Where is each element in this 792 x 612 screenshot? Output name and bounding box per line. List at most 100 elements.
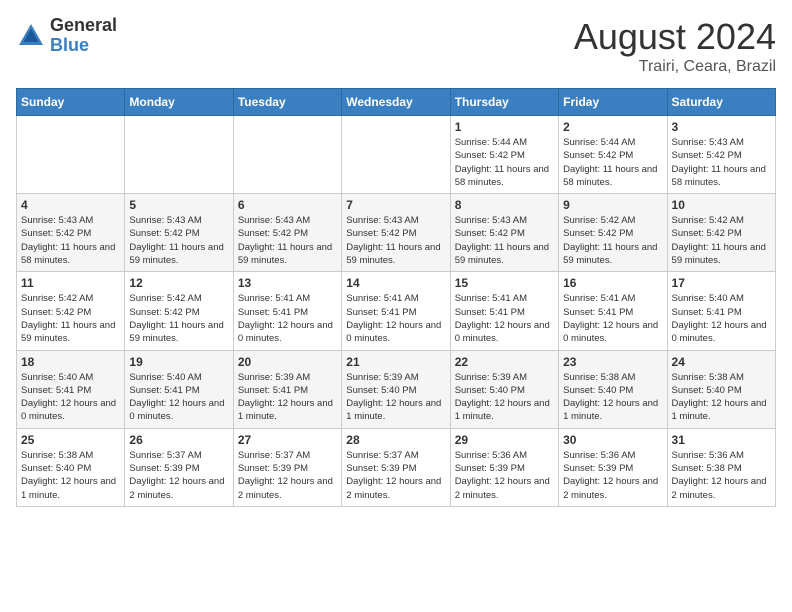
calendar-cell: 23 Sunrise: 5:38 AM Sunset: 5:40 PM Dayli… <box>559 350 667 428</box>
calendar-cell: 27 Sunrise: 5:37 AM Sunset: 5:39 PM Dayli… <box>233 428 341 506</box>
calendar-week-row: 18 Sunrise: 5:40 AM Sunset: 5:41 PM Dayli… <box>17 350 776 428</box>
calendar-cell: 17Sunrise: 5:40 AM Sunset: 5:41 PM Dayli… <box>667 272 775 350</box>
day-number: 6 <box>238 198 337 212</box>
calendar-cell: 29 Sunrise: 5:36 AM Sunset: 5:39 PM Dayli… <box>450 428 558 506</box>
calendar-cell: 28Sunrise: 5:37 AM Sunset: 5:39 PM Dayli… <box>342 428 450 506</box>
day-info: Sunrise: 5:41 AM Sunset: 5:41 PM Dayligh… <box>346 292 445 345</box>
day-info: Sunrise: 5:43 AM Sunset: 5:42 PM Dayligh… <box>129 214 228 267</box>
day-info: Sunrise: 5:43 AM Sunset: 5:42 PM Dayligh… <box>672 136 771 189</box>
day-number: 21 <box>346 355 445 369</box>
page-header: General Blue August 2024 Trairi, Ceara, … <box>16 16 776 76</box>
calendar-cell: 12 Sunrise: 5:42 AM Sunset: 5:42 PM Dayli… <box>125 272 233 350</box>
day-info: Sunrise: 5:42 AM Sunset: 5:42 PM Dayligh… <box>563 214 662 267</box>
calendar-cell: 30 Sunrise: 5:36 AM Sunset: 5:39 PM Dayli… <box>559 428 667 506</box>
calendar-cell: 10Sunrise: 5:42 AM Sunset: 5:42 PM Dayli… <box>667 194 775 272</box>
calendar-cell: 6 Sunrise: 5:43 AM Sunset: 5:42 PM Daylig… <box>233 194 341 272</box>
day-info: Sunrise: 5:39 AM Sunset: 5:40 PM Dayligh… <box>346 371 445 424</box>
calendar-cell <box>233 116 341 194</box>
day-number: 24 <box>672 355 771 369</box>
day-number: 30 <box>563 433 662 447</box>
calendar-cell: 16Sunrise: 5:41 AM Sunset: 5:41 PM Dayli… <box>559 272 667 350</box>
day-info: Sunrise: 5:36 AM Sunset: 5:38 PM Dayligh… <box>672 449 771 502</box>
day-number: 15 <box>455 276 554 290</box>
day-info: Sunrise: 5:42 AM Sunset: 5:42 PM Dayligh… <box>21 292 120 345</box>
logo-icon <box>16 21 46 51</box>
day-number: 17 <box>672 276 771 290</box>
day-number: 26 <box>129 433 228 447</box>
day-info: Sunrise: 5:44 AM Sunset: 5:42 PM Dayligh… <box>563 136 662 189</box>
day-number: 22 <box>455 355 554 369</box>
day-info: Sunrise: 5:37 AM Sunset: 5:39 PM Dayligh… <box>238 449 337 502</box>
day-info: Sunrise: 5:41 AM Sunset: 5:41 PM Dayligh… <box>563 292 662 345</box>
calendar-cell: 1 Sunrise: 5:44 AM Sunset: 5:42 PM Daylig… <box>450 116 558 194</box>
calendar-cell <box>17 116 125 194</box>
calendar-cell: 25 Sunrise: 5:38 AM Sunset: 5:40 PM Dayli… <box>17 428 125 506</box>
day-number: 28 <box>346 433 445 447</box>
day-info: Sunrise: 5:41 AM Sunset: 5:41 PM Dayligh… <box>455 292 554 345</box>
calendar-week-row: 11 Sunrise: 5:42 AM Sunset: 5:42 PM Dayli… <box>17 272 776 350</box>
day-info: Sunrise: 5:42 AM Sunset: 5:42 PM Dayligh… <box>672 214 771 267</box>
day-number: 7 <box>346 198 445 212</box>
day-info: Sunrise: 5:39 AM Sunset: 5:40 PM Dayligh… <box>455 371 554 424</box>
weekday-header-thursday: Thursday <box>450 89 558 116</box>
day-number: 1 <box>455 120 554 134</box>
day-info: Sunrise: 5:44 AM Sunset: 5:42 PM Dayligh… <box>455 136 554 189</box>
calendar-week-row: 1 Sunrise: 5:44 AM Sunset: 5:42 PM Daylig… <box>17 116 776 194</box>
day-info: Sunrise: 5:40 AM Sunset: 5:41 PM Dayligh… <box>21 371 120 424</box>
calendar-table: SundayMondayTuesdayWednesdayThursdayFrid… <box>16 88 776 507</box>
day-number: 2 <box>563 120 662 134</box>
day-number: 11 <box>21 276 120 290</box>
day-number: 12 <box>129 276 228 290</box>
calendar-cell: 7 Sunrise: 5:43 AM Sunset: 5:42 PM Daylig… <box>342 194 450 272</box>
day-info: Sunrise: 5:38 AM Sunset: 5:40 PM Dayligh… <box>563 371 662 424</box>
day-info: Sunrise: 5:40 AM Sunset: 5:41 PM Dayligh… <box>129 371 228 424</box>
day-number: 29 <box>455 433 554 447</box>
calendar-cell: 3Sunrise: 5:43 AM Sunset: 5:42 PM Daylig… <box>667 116 775 194</box>
day-info: Sunrise: 5:41 AM Sunset: 5:41 PM Dayligh… <box>238 292 337 345</box>
month-title: August 2024 <box>574 16 776 58</box>
logo-general-text: General <box>50 16 117 36</box>
calendar-week-row: 25 Sunrise: 5:38 AM Sunset: 5:40 PM Dayli… <box>17 428 776 506</box>
day-number: 20 <box>238 355 337 369</box>
day-number: 13 <box>238 276 337 290</box>
calendar-cell: 2 Sunrise: 5:44 AM Sunset: 5:42 PM Daylig… <box>559 116 667 194</box>
calendar-cell: 20Sunrise: 5:39 AM Sunset: 5:41 PM Dayli… <box>233 350 341 428</box>
calendar-cell: 15 Sunrise: 5:41 AM Sunset: 5:41 PM Dayli… <box>450 272 558 350</box>
weekday-header-friday: Friday <box>559 89 667 116</box>
logo: General Blue <box>16 16 117 56</box>
day-number: 31 <box>672 433 771 447</box>
day-number: 14 <box>346 276 445 290</box>
day-info: Sunrise: 5:36 AM Sunset: 5:39 PM Dayligh… <box>455 449 554 502</box>
day-info: Sunrise: 5:43 AM Sunset: 5:42 PM Dayligh… <box>455 214 554 267</box>
day-info: Sunrise: 5:38 AM Sunset: 5:40 PM Dayligh… <box>21 449 120 502</box>
calendar-cell: 4 Sunrise: 5:43 AM Sunset: 5:42 PM Daylig… <box>17 194 125 272</box>
day-number: 9 <box>563 198 662 212</box>
calendar-cell: 24 Sunrise: 5:38 AM Sunset: 5:40 PM Dayli… <box>667 350 775 428</box>
day-number: 23 <box>563 355 662 369</box>
weekday-header-tuesday: Tuesday <box>233 89 341 116</box>
day-number: 27 <box>238 433 337 447</box>
title-block: August 2024 Trairi, Ceara, Brazil <box>574 16 776 76</box>
day-number: 8 <box>455 198 554 212</box>
calendar-cell: 21 Sunrise: 5:39 AM Sunset: 5:40 PM Dayli… <box>342 350 450 428</box>
calendar-cell: 18 Sunrise: 5:40 AM Sunset: 5:41 PM Dayli… <box>17 350 125 428</box>
calendar-cell: 31 Sunrise: 5:36 AM Sunset: 5:38 PM Dayli… <box>667 428 775 506</box>
day-number: 5 <box>129 198 228 212</box>
day-info: Sunrise: 5:36 AM Sunset: 5:39 PM Dayligh… <box>563 449 662 502</box>
calendar-cell <box>125 116 233 194</box>
calendar-week-row: 4 Sunrise: 5:43 AM Sunset: 5:42 PM Daylig… <box>17 194 776 272</box>
day-number: 18 <box>21 355 120 369</box>
day-number: 19 <box>129 355 228 369</box>
day-info: Sunrise: 5:42 AM Sunset: 5:42 PM Dayligh… <box>129 292 228 345</box>
day-info: Sunrise: 5:43 AM Sunset: 5:42 PM Dayligh… <box>238 214 337 267</box>
calendar-cell <box>342 116 450 194</box>
calendar-cell: 8 Sunrise: 5:43 AM Sunset: 5:42 PM Daylig… <box>450 194 558 272</box>
day-number: 25 <box>21 433 120 447</box>
day-info: Sunrise: 5:43 AM Sunset: 5:42 PM Dayligh… <box>346 214 445 267</box>
location-title: Trairi, Ceara, Brazil <box>574 58 776 76</box>
calendar-cell: 13 Sunrise: 5:41 AM Sunset: 5:41 PM Dayli… <box>233 272 341 350</box>
day-number: 4 <box>21 198 120 212</box>
calendar-cell: 22 Sunrise: 5:39 AM Sunset: 5:40 PM Dayli… <box>450 350 558 428</box>
day-info: Sunrise: 5:38 AM Sunset: 5:40 PM Dayligh… <box>672 371 771 424</box>
day-info: Sunrise: 5:43 AM Sunset: 5:42 PM Dayligh… <box>21 214 120 267</box>
